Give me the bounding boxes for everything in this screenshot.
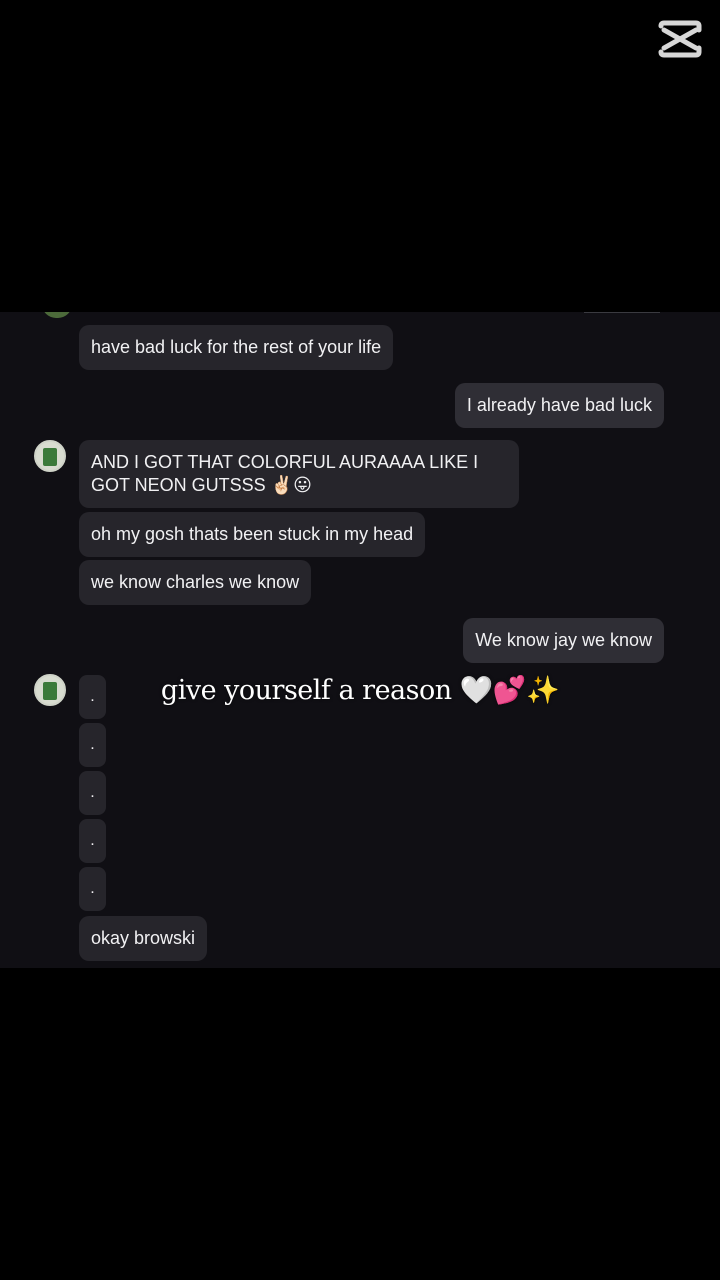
incoming-message[interactable]: . bbox=[79, 867, 106, 911]
incoming-message[interactable]: . bbox=[79, 723, 106, 767]
incoming-message[interactable]: have bad luck for the rest of your life bbox=[79, 325, 394, 370]
outgoing-message[interactable]: I already have bad luck bbox=[454, 383, 664, 428]
incoming-message[interactable]: okay browski bbox=[79, 916, 208, 961]
incoming-message[interactable]: we know charles we know bbox=[79, 560, 312, 605]
incoming-message[interactable]: . bbox=[79, 819, 106, 863]
incoming-message[interactable]: . bbox=[79, 675, 106, 719]
incoming-message[interactable]: . bbox=[79, 771, 106, 815]
avatar bbox=[42, 312, 72, 318]
capcut-logo-icon bbox=[658, 20, 702, 58]
avatar[interactable] bbox=[34, 674, 66, 706]
avatar[interactable] bbox=[34, 440, 66, 472]
divider bbox=[584, 312, 660, 313]
outgoing-message[interactable]: We know jay we know bbox=[463, 618, 664, 663]
chat-thread[interactable]: have bad luck for the rest of your life … bbox=[0, 312, 720, 968]
incoming-message[interactable]: oh my gosh thats been stuck in my head bbox=[79, 512, 426, 557]
incoming-message[interactable]: AND I GOT THAT COLORFUL AURAAAA LIKE I G… bbox=[79, 440, 519, 508]
